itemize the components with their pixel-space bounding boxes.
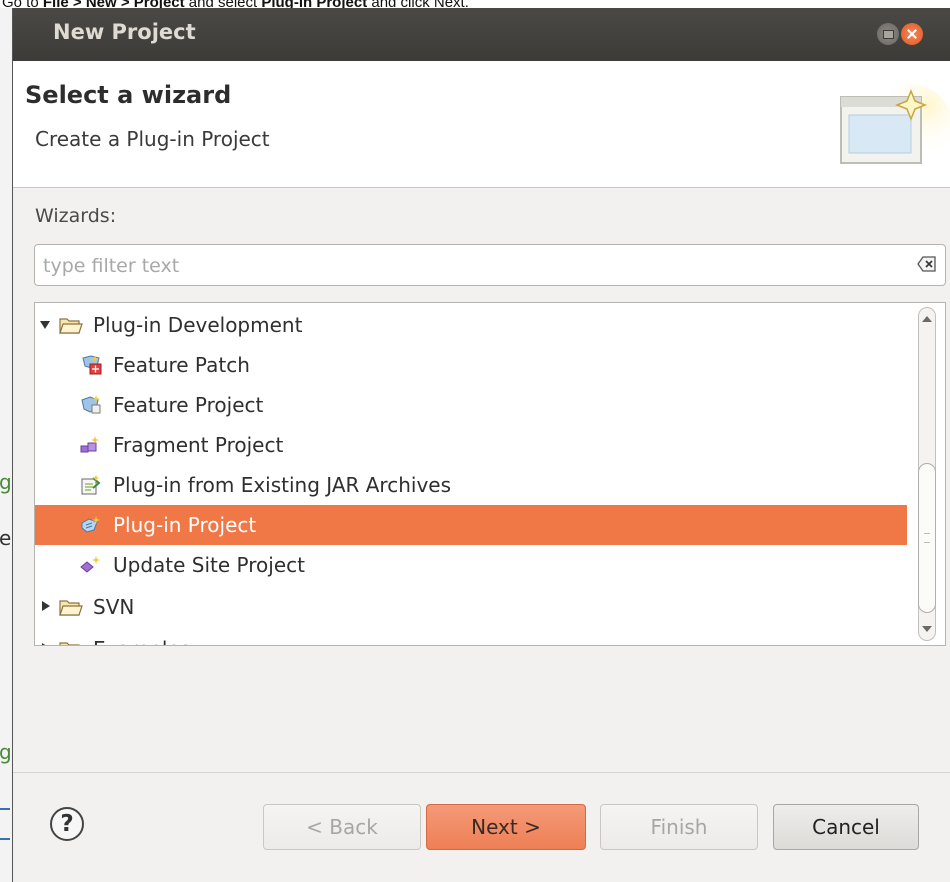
tree-item-label: Update Site Project [113, 553, 305, 577]
tree-item-label: Plug-in Project [113, 513, 257, 537]
tree-item-svn[interactable]: SVN [35, 587, 907, 627]
folder-open-icon [59, 318, 83, 334]
background-fragment: g [0, 470, 12, 494]
background-fragment: e [0, 526, 12, 550]
tree-item-plugin-development[interactable]: Plug-in Development [35, 305, 907, 345]
tree-item-feature-patch[interactable]: Feature Patch [35, 345, 907, 385]
tree-item-fragment-project[interactable]: Fragment Project [35, 425, 907, 465]
close-button[interactable] [901, 23, 923, 45]
help-button[interactable]: ? [50, 807, 84, 841]
update-site-icon [80, 556, 100, 573]
tree-item-examples[interactable]: Examples [35, 629, 907, 645]
clear-filter-icon[interactable] [917, 256, 937, 272]
scroll-down-arrow-icon[interactable] [922, 626, 932, 632]
background-fragment: g [0, 740, 12, 764]
finish-button[interactable]: Finish [600, 804, 758, 850]
button-bar-separator [13, 772, 950, 773]
tree-item-label: Examples [93, 629, 190, 645]
collapse-arrow-icon[interactable] [42, 601, 50, 611]
filter-input[interactable] [41, 251, 885, 281]
new-project-dialog: New Project Select a wizard Create a Plu… [12, 8, 950, 882]
instruction-text: Go to File > New > Project and select Pl… [2, 0, 469, 11]
tree-item-label: Plug-in from Existing JAR Archives [113, 473, 452, 497]
scroll-up-arrow-icon[interactable] [922, 316, 932, 322]
scrollbar-grip [924, 533, 930, 543]
tree-item-update-site-project[interactable]: Update Site Project [35, 545, 907, 585]
maximize-button[interactable] [877, 23, 899, 45]
cancel-button[interactable]: Cancel [773, 804, 919, 850]
back-button[interactable]: < Back [263, 804, 421, 850]
plugin-jar-icon [81, 475, 101, 495]
header-title: Select a wizard [25, 81, 232, 109]
tree-scrollbar[interactable] [913, 307, 941, 641]
tree-item-label: Fragment Project [113, 433, 284, 457]
folder-icon [59, 600, 83, 616]
background-fragment [0, 808, 10, 840]
wizard-tree[interactable]: Plug-in Development Feature Patch Featur… [34, 302, 946, 646]
tree-item-label: Feature Project [113, 393, 264, 417]
header-description: Create a Plug-in Project [35, 127, 270, 151]
expand-arrow-icon[interactable] [40, 321, 50, 329]
filter-field[interactable] [34, 244, 946, 286]
feature-project-icon [81, 395, 101, 414]
feature-patch-icon [82, 355, 102, 375]
tree-item-label: Plug-in Development [93, 313, 303, 337]
next-button[interactable]: Next > [426, 804, 586, 850]
titlebar[interactable]: New Project [13, 8, 950, 61]
tree-item-plugin-project[interactable]: Plug-in Project [35, 505, 907, 545]
folder-icon [59, 642, 80, 645]
plugin-project-icon [81, 516, 100, 533]
wizards-label: Wizards: [35, 205, 117, 227]
collapse-arrow-icon[interactable] [42, 643, 50, 645]
wizard-header: Select a wizard Create a Plug-in Project [13, 61, 950, 188]
tree-item-feature-project[interactable]: Feature Project [35, 385, 907, 425]
window-title: New Project [53, 20, 196, 44]
tree-item-plugin-from-jar[interactable]: Plug-in from Existing JAR Archives [35, 465, 907, 505]
tree-item-label: SVN [93, 595, 135, 619]
fragment-project-icon [80, 436, 99, 453]
tree-item-label: Feature Patch [113, 353, 250, 377]
wizard-banner-icon [840, 84, 950, 172]
